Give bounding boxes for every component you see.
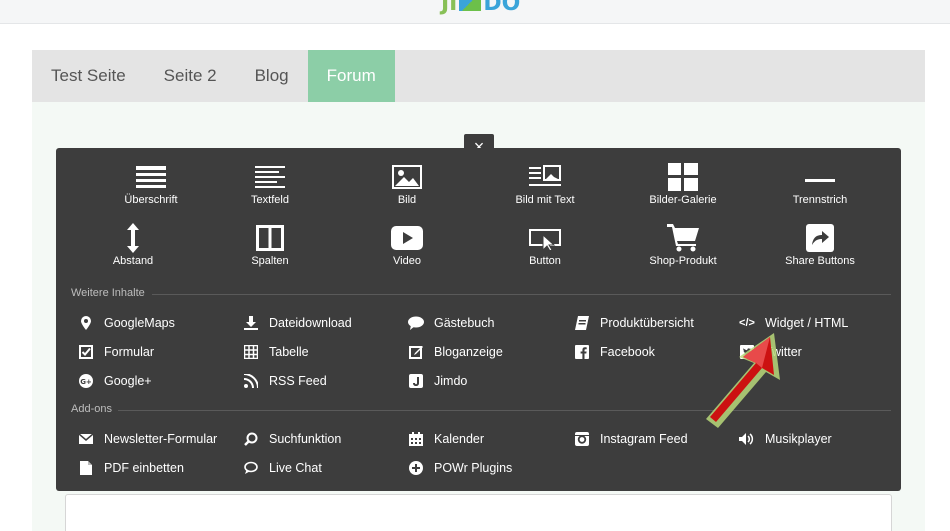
chat-icon xyxy=(243,461,259,475)
facebook-icon xyxy=(574,345,590,359)
element-abstand[interactable]: Abstand xyxy=(58,221,208,267)
item-formular[interactable]: Formular xyxy=(78,343,154,361)
envelope-icon xyxy=(78,432,94,446)
item-live-chat[interactable]: Live Chat xyxy=(243,459,322,477)
element-video[interactable]: Video xyxy=(332,221,482,267)
svg-text:G+: G+ xyxy=(80,378,92,386)
item-powr-plugins[interactable]: POWr Plugins xyxy=(408,459,512,477)
nav-tab-blog[interactable]: Blog xyxy=(236,50,308,102)
element-share-buttons[interactable]: Share Buttons xyxy=(745,221,895,267)
download-icon xyxy=(243,316,259,330)
table-icon xyxy=(243,345,259,359)
element-textfeld[interactable]: Textfeld xyxy=(195,160,345,206)
add-element-panel: Überschrift Textfeld Bild Bild mit Text … xyxy=(56,148,901,491)
section-divider xyxy=(152,294,891,295)
cart-icon xyxy=(608,221,758,255)
jimdo-icon xyxy=(408,374,424,388)
button-icon xyxy=(470,221,620,255)
rss-icon xyxy=(243,374,259,388)
red-arrow-annotation xyxy=(706,333,780,428)
jimdo-logo: JI DO xyxy=(441,0,520,16)
element-placeholder-card xyxy=(65,494,892,531)
logo-mark-icon xyxy=(459,0,482,11)
item-produktuebersicht[interactable]: Produktübersicht xyxy=(574,314,694,332)
pdf-icon xyxy=(78,461,94,475)
video-icon xyxy=(332,221,482,255)
item-kalender[interactable]: Kalender xyxy=(408,430,484,448)
item-suchfunktion[interactable]: Suchfunktion xyxy=(243,430,341,448)
map-pin-icon xyxy=(78,316,94,330)
item-pdf-einbetten[interactable]: PDF einbetten xyxy=(78,459,184,477)
item-instagram-feed[interactable]: Instagram Feed xyxy=(574,430,688,448)
section-label-addons: Add-ons xyxy=(71,403,112,415)
google-plus-icon: G+ xyxy=(78,374,94,388)
checkbox-icon xyxy=(78,345,94,359)
item-facebook[interactable]: Facebook xyxy=(574,343,655,361)
element-bild-mit-text[interactable]: Bild mit Text xyxy=(470,160,620,206)
book-icon xyxy=(574,316,590,330)
element-trennstrich[interactable]: Trennstrich xyxy=(745,160,895,206)
item-jimdo[interactable]: Jimdo xyxy=(408,372,467,390)
item-bloganzeige[interactable]: Bloganzeige xyxy=(408,343,503,361)
plus-circle-icon xyxy=(408,461,424,475)
element-shop-produkt[interactable]: Shop-Produkt xyxy=(608,221,758,267)
divider-icon xyxy=(745,160,895,194)
nav-tab-forum[interactable]: Forum xyxy=(307,50,395,102)
item-googlemaps[interactable]: GoogleMaps xyxy=(78,314,175,332)
image-text-icon xyxy=(470,160,620,194)
item-rss-feed[interactable]: RSS Feed xyxy=(243,372,327,390)
columns-icon xyxy=(195,221,345,255)
item-newsletter-formular[interactable]: Newsletter-Formular xyxy=(78,430,217,448)
edit-icon xyxy=(408,345,424,359)
top-bar: JI DO xyxy=(0,0,950,24)
element-bilder-galerie[interactable]: Bilder-Galerie xyxy=(608,160,758,206)
search-icon xyxy=(243,432,259,446)
nav-tab-test-seite[interactable]: Test Seite xyxy=(32,50,145,102)
item-tabelle[interactable]: Tabelle xyxy=(243,343,309,361)
element-button[interactable]: Button xyxy=(470,221,620,267)
gallery-icon xyxy=(608,160,758,194)
text-icon xyxy=(195,160,345,194)
spacing-icon xyxy=(58,221,208,255)
item-gaestebuch[interactable]: Gästebuch xyxy=(408,314,494,332)
camera-icon xyxy=(574,432,590,446)
item-dateidownload[interactable]: Dateidownload xyxy=(243,314,352,332)
speech-bubble-icon xyxy=(408,316,424,330)
element-bild[interactable]: Bild xyxy=(332,160,482,206)
image-icon xyxy=(332,160,482,194)
share-icon xyxy=(745,221,895,255)
calendar-icon xyxy=(408,432,424,446)
nav-tab-seite-2[interactable]: Seite 2 xyxy=(145,50,236,102)
site-navigation: Test Seite Seite 2 Blog Forum xyxy=(32,50,925,102)
item-google-plus[interactable]: G+ Google+ xyxy=(78,372,152,390)
element-spalten[interactable]: Spalten xyxy=(195,221,345,267)
section-label-more: Weitere Inhalte xyxy=(71,287,145,299)
